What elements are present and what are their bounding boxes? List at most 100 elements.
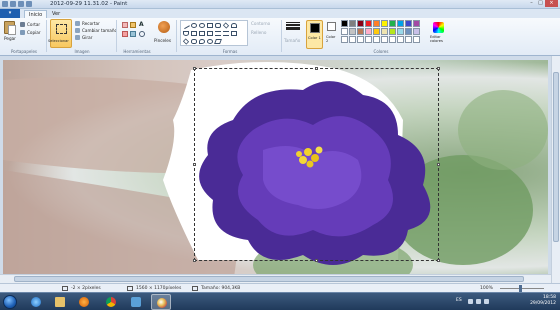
outline-dropdown[interactable]: Contorno [251,21,270,26]
horizontal-scrollbar[interactable] [0,274,551,283]
rounded-rectangle-shape-icon[interactable] [215,23,221,28]
save-icon[interactable] [10,1,16,7]
selection-handle[interactable] [315,67,318,70]
palette-swatch[interactable] [389,20,396,27]
palette-swatch[interactable] [357,20,364,27]
selection-rectangle[interactable] [193,67,440,262]
palette-swatch[interactable] [357,36,364,43]
brush-icon[interactable] [158,21,170,33]
text-tool-icon[interactable]: A [139,21,145,28]
palette-swatch[interactable] [413,20,420,27]
palette-swatch[interactable] [349,36,356,43]
cut-button[interactable]: Cortar [27,22,40,27]
canvas-area[interactable] [0,56,551,286]
left-arrow-shape-icon[interactable] [223,31,229,36]
selection-handle[interactable] [193,67,196,70]
up-arrow-shape-icon[interactable] [231,31,237,36]
heart-shape-icon[interactable] [207,39,213,44]
palette-swatch[interactable] [413,28,420,35]
palette-swatch[interactable] [397,20,404,27]
selection-handle[interactable] [193,259,196,262]
callout-shape-icon[interactable] [199,39,205,44]
pentagon-shape-icon[interactable] [199,31,205,36]
four-point-star-shape-icon[interactable] [182,38,190,45]
five-point-star-shape-icon[interactable] [191,39,197,44]
language-indicator[interactable]: ES [456,298,462,303]
zoom-slider[interactable] [500,288,544,289]
palette-swatch[interactable] [381,36,388,43]
show-hidden-icons-icon[interactable] [468,299,473,304]
resize-button[interactable]: Cambiar tamaño [82,28,117,33]
palette-swatch[interactable] [397,28,404,35]
tab-ver[interactable]: Ver [48,10,64,18]
minimize-button[interactable]: – [527,0,536,7]
palette-swatch[interactable] [413,36,420,43]
zoom-slider-thumb[interactable] [519,285,522,292]
hexagon-shape-icon[interactable] [207,31,213,36]
vertical-scroll-thumb[interactable] [553,72,559,242]
palette-swatch[interactable] [341,20,348,27]
palette-swatch[interactable] [365,20,372,27]
selection-handle[interactable] [437,259,440,262]
canvas-image[interactable] [3,60,548,285]
tab-inicio[interactable]: Inicio [24,10,48,18]
maximize-button[interactable]: □ [536,0,545,7]
selection-handle[interactable] [437,67,440,70]
media-player-icon[interactable] [74,294,94,310]
file-explorer-icon[interactable] [50,294,70,310]
color1-button[interactable]: Color 1 [306,20,323,49]
palette-swatch[interactable] [405,20,412,27]
eraser-icon[interactable] [122,31,128,37]
palette-swatch[interactable] [349,20,356,27]
redo-icon[interactable] [26,1,32,7]
palette-swatch[interactable] [373,20,380,27]
palette-swatch[interactable] [405,28,412,35]
color-picker-icon[interactable] [130,31,136,37]
paste-icon[interactable] [4,21,16,35]
palette-swatch[interactable] [389,28,396,35]
horizontal-scroll-thumb[interactable] [14,276,524,282]
paint-app-icon[interactable] [2,1,8,7]
fill-dropdown[interactable]: Relleno [251,30,266,35]
selection-handle[interactable] [437,163,440,166]
crop-button[interactable]: Recortar [82,21,100,26]
clock[interactable]: 18:58 29/09/2012 [530,295,556,307]
right-triangle-shape-icon[interactable] [191,31,197,36]
polygon-shape-icon[interactable] [231,23,237,28]
palette-swatch[interactable] [373,28,380,35]
selection-handle[interactable] [315,259,318,262]
palette-swatch[interactable] [373,36,380,43]
photo-viewer-icon[interactable] [126,294,146,310]
palette-swatch[interactable] [365,36,372,43]
magnifier-icon[interactable] [139,31,145,37]
line-shape-icon[interactable] [182,21,190,30]
line-size-icon[interactable] [286,21,300,35]
palette-swatch[interactable] [405,36,412,43]
copy-button[interactable]: Copiar [27,30,41,35]
size-button-label[interactable]: Tamaño [284,38,300,43]
undo-icon[interactable] [18,1,24,7]
oval-shape-icon[interactable] [199,23,205,28]
windows-orb-icon[interactable] [3,295,17,309]
internet-explorer-icon[interactable] [26,294,46,310]
rotate-button[interactable]: Girar [82,35,92,40]
paint-icon[interactable] [151,294,171,310]
palette-swatch[interactable] [349,28,356,35]
volume-icon[interactable] [484,299,489,304]
file-menu-button[interactable]: ▾ [0,9,20,18]
rectangle-shape-icon[interactable] [207,23,213,28]
network-icon[interactable] [476,299,481,304]
palette-swatch[interactable] [389,36,396,43]
selection-handle[interactable] [193,163,196,166]
lightning-shape-icon[interactable] [214,39,222,44]
color2-button[interactable]: Color 2 [325,20,339,49]
palette-swatch[interactable] [357,28,364,35]
palette-swatch[interactable] [397,36,404,43]
paste-button-label[interactable]: Pegar [4,36,16,41]
palette-swatch[interactable] [381,20,388,27]
palette-swatch[interactable] [381,28,388,35]
palette-swatch[interactable] [365,28,372,35]
palette-swatch[interactable] [341,36,348,43]
diamond-shape-icon[interactable] [222,22,230,29]
vertical-scrollbar[interactable] [551,56,560,286]
